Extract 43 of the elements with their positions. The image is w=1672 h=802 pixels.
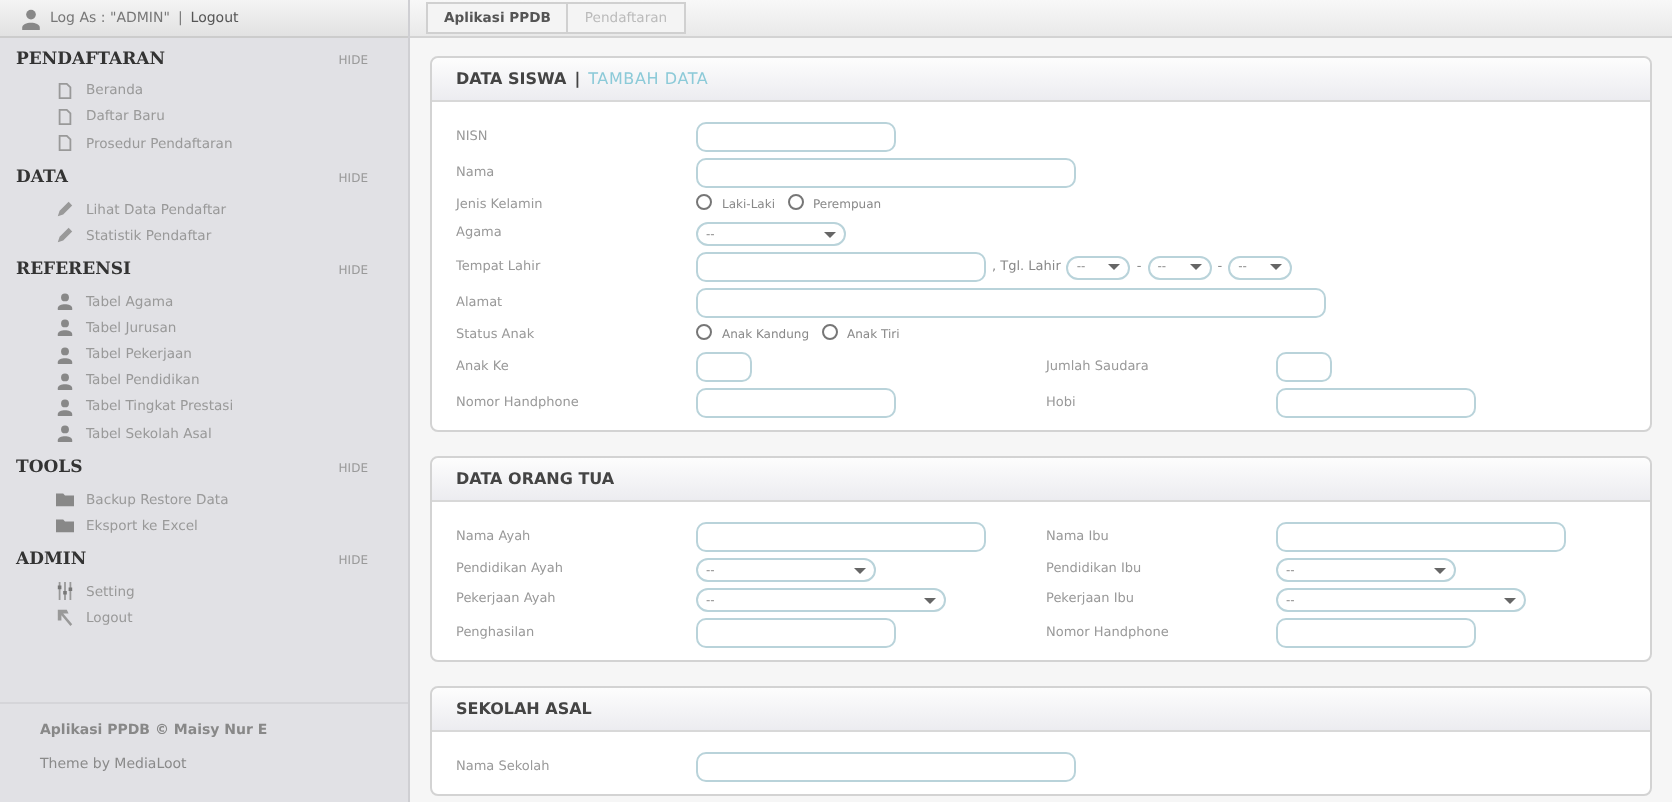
radio-button[interactable] bbox=[787, 194, 803, 210]
caret-icon bbox=[924, 595, 936, 605]
card-title: SEKOLAH ASAL bbox=[456, 697, 592, 721]
input-field[interactable] bbox=[1276, 618, 1476, 648]
card-subtitle: TAMBAH DATA bbox=[588, 67, 709, 91]
person-icon bbox=[56, 318, 74, 337]
input-field[interactable] bbox=[696, 288, 1326, 318]
caret-icon bbox=[1108, 262, 1121, 272]
caret-icon bbox=[1504, 595, 1516, 605]
person-icon bbox=[56, 424, 74, 443]
section-title: ADMIN bbox=[16, 548, 87, 575]
section-title: TOOLS bbox=[16, 456, 83, 483]
section-title: DATA bbox=[16, 166, 68, 193]
card-title: DATA SISWA bbox=[456, 67, 567, 91]
caret-icon bbox=[824, 229, 836, 239]
person-icon bbox=[56, 398, 74, 417]
person-icon bbox=[56, 292, 74, 311]
input-field[interactable] bbox=[1276, 522, 1566, 552]
input-field[interactable] bbox=[696, 122, 896, 152]
input-field[interactable] bbox=[696, 618, 896, 648]
caret-icon bbox=[854, 565, 866, 575]
input-field[interactable] bbox=[696, 388, 896, 418]
input-field[interactable] bbox=[1276, 352, 1332, 382]
caret-icon bbox=[1270, 262, 1283, 272]
radio-button[interactable] bbox=[696, 324, 712, 340]
section-title: REFERENSI bbox=[16, 258, 131, 285]
caret-icon bbox=[1189, 262, 1202, 272]
input-field[interactable] bbox=[696, 752, 1076, 782]
input-field[interactable] bbox=[1276, 388, 1476, 418]
sliders-icon bbox=[56, 582, 74, 601]
section-title: PENDAFTARAN bbox=[16, 48, 166, 74]
card-title: DATA ORANG TUA bbox=[456, 467, 615, 491]
person-icon bbox=[56, 371, 74, 390]
person-icon bbox=[56, 345, 74, 364]
input-field[interactable] bbox=[696, 252, 986, 282]
radio-button[interactable] bbox=[821, 324, 837, 340]
radio-button[interactable] bbox=[696, 194, 712, 210]
input-field[interactable] bbox=[696, 522, 986, 552]
input-field[interactable] bbox=[696, 352, 752, 382]
separator-text: | bbox=[574, 67, 581, 91]
input-field[interactable] bbox=[696, 158, 1076, 188]
caret-icon bbox=[1434, 565, 1446, 575]
person-icon bbox=[20, 7, 42, 29]
